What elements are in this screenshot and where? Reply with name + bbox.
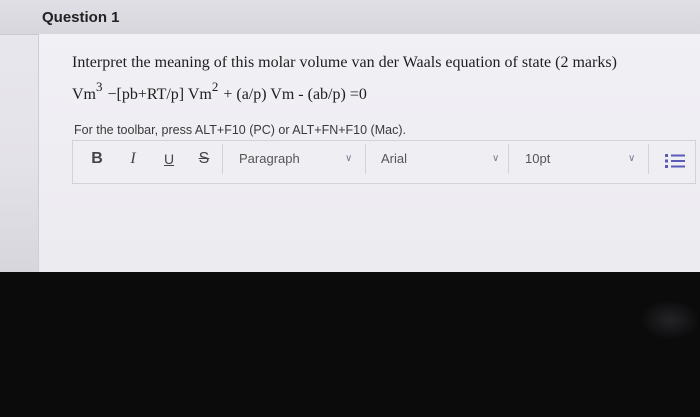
toolbar-divider: [365, 144, 366, 174]
screen-bezel-glare: [640, 300, 700, 340]
equation-term-3: + (a/p) Vm - (ab/p) =0: [219, 86, 367, 103]
equation-term-2: −[pb+RT/p] Vm: [103, 86, 212, 103]
toolbar-divider: [508, 144, 509, 174]
paragraph-select-label: Paragraph: [239, 151, 300, 166]
strikethrough-button[interactable]: S: [196, 148, 212, 170]
bold-button[interactable]: B: [88, 148, 106, 170]
font-select-label: Arial: [381, 151, 408, 166]
equation-exponent-2: 2: [211, 79, 219, 94]
chevron-down-icon: ∨: [628, 153, 636, 164]
font-size-select-label: 10pt: [525, 151, 551, 166]
chevron-down-icon: ∨: [492, 153, 500, 164]
italic-button[interactable]: I: [126, 148, 140, 170]
equation-term-1: Vm: [72, 86, 96, 103]
chevron-down-icon: ∨: [345, 153, 353, 164]
question-header: Question 1: [0, 0, 700, 35]
bulleted-list-icon[interactable]: [664, 152, 686, 170]
underline-button[interactable]: U: [162, 148, 176, 170]
toolbar-hint: For the toolbar, press ALT+F10 (PC) or A…: [74, 123, 406, 137]
equation-exponent-1: 3: [96, 79, 103, 94]
toolbar-divider: [222, 144, 223, 174]
question-prompt: Interpret the meaning of this molar volu…: [72, 54, 617, 71]
equation: Vm3 −[pb+RT/p] Vm2 + (a/p) Vm - (ab/p) =…: [72, 79, 367, 104]
toolbar-divider: [648, 144, 649, 174]
question-title: Question 1: [42, 9, 120, 26]
